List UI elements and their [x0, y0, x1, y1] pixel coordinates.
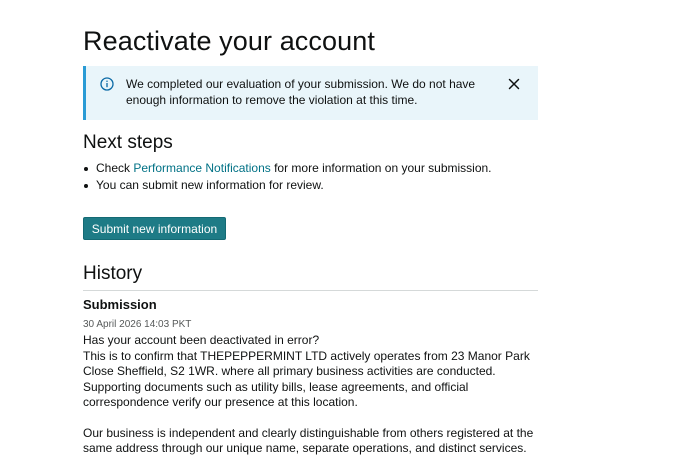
- submit-new-information-button[interactable]: Submit new information: [83, 217, 226, 240]
- next-step-item: Check Performance Notifications for more…: [83, 160, 492, 177]
- alert-message: We completed our evaluation of your subm…: [126, 77, 476, 107]
- submission-body: Has your account been deactivated in err…: [83, 333, 538, 457]
- next-steps-list: Check Performance Notifications for more…: [83, 160, 492, 194]
- next-steps-heading: Next steps: [83, 132, 173, 153]
- next-step-item: You can submit new information for revie…: [83, 177, 492, 194]
- submission-paragraph: Our business is independent and clearly …: [83, 425, 534, 456]
- divider: [83, 290, 538, 291]
- info-icon: [100, 77, 114, 91]
- submission-title: Submission: [83, 297, 157, 312]
- info-alert: We completed our evaluation of your subm…: [83, 66, 538, 120]
- page-title: Reactivate your account: [83, 26, 375, 56]
- next-step-text: Check: [96, 161, 134, 175]
- submission-paragraph: This is to confirm that THEPEPPERMINT LT…: [83, 348, 530, 410]
- submission-question: Has your account been deactivated in err…: [83, 333, 320, 347]
- submission-date: 30 April 2026 14:03 PKT: [83, 319, 192, 330]
- close-icon[interactable]: [507, 77, 521, 91]
- performance-notifications-link[interactable]: Performance Notifications: [133, 161, 270, 175]
- history-heading: History: [83, 263, 143, 284]
- next-step-text: for more information on your submission.: [270, 161, 492, 175]
- page: Reactivate your account We completed our…: [0, 0, 690, 464]
- next-step-text: You can submit new information for revie…: [96, 178, 324, 192]
